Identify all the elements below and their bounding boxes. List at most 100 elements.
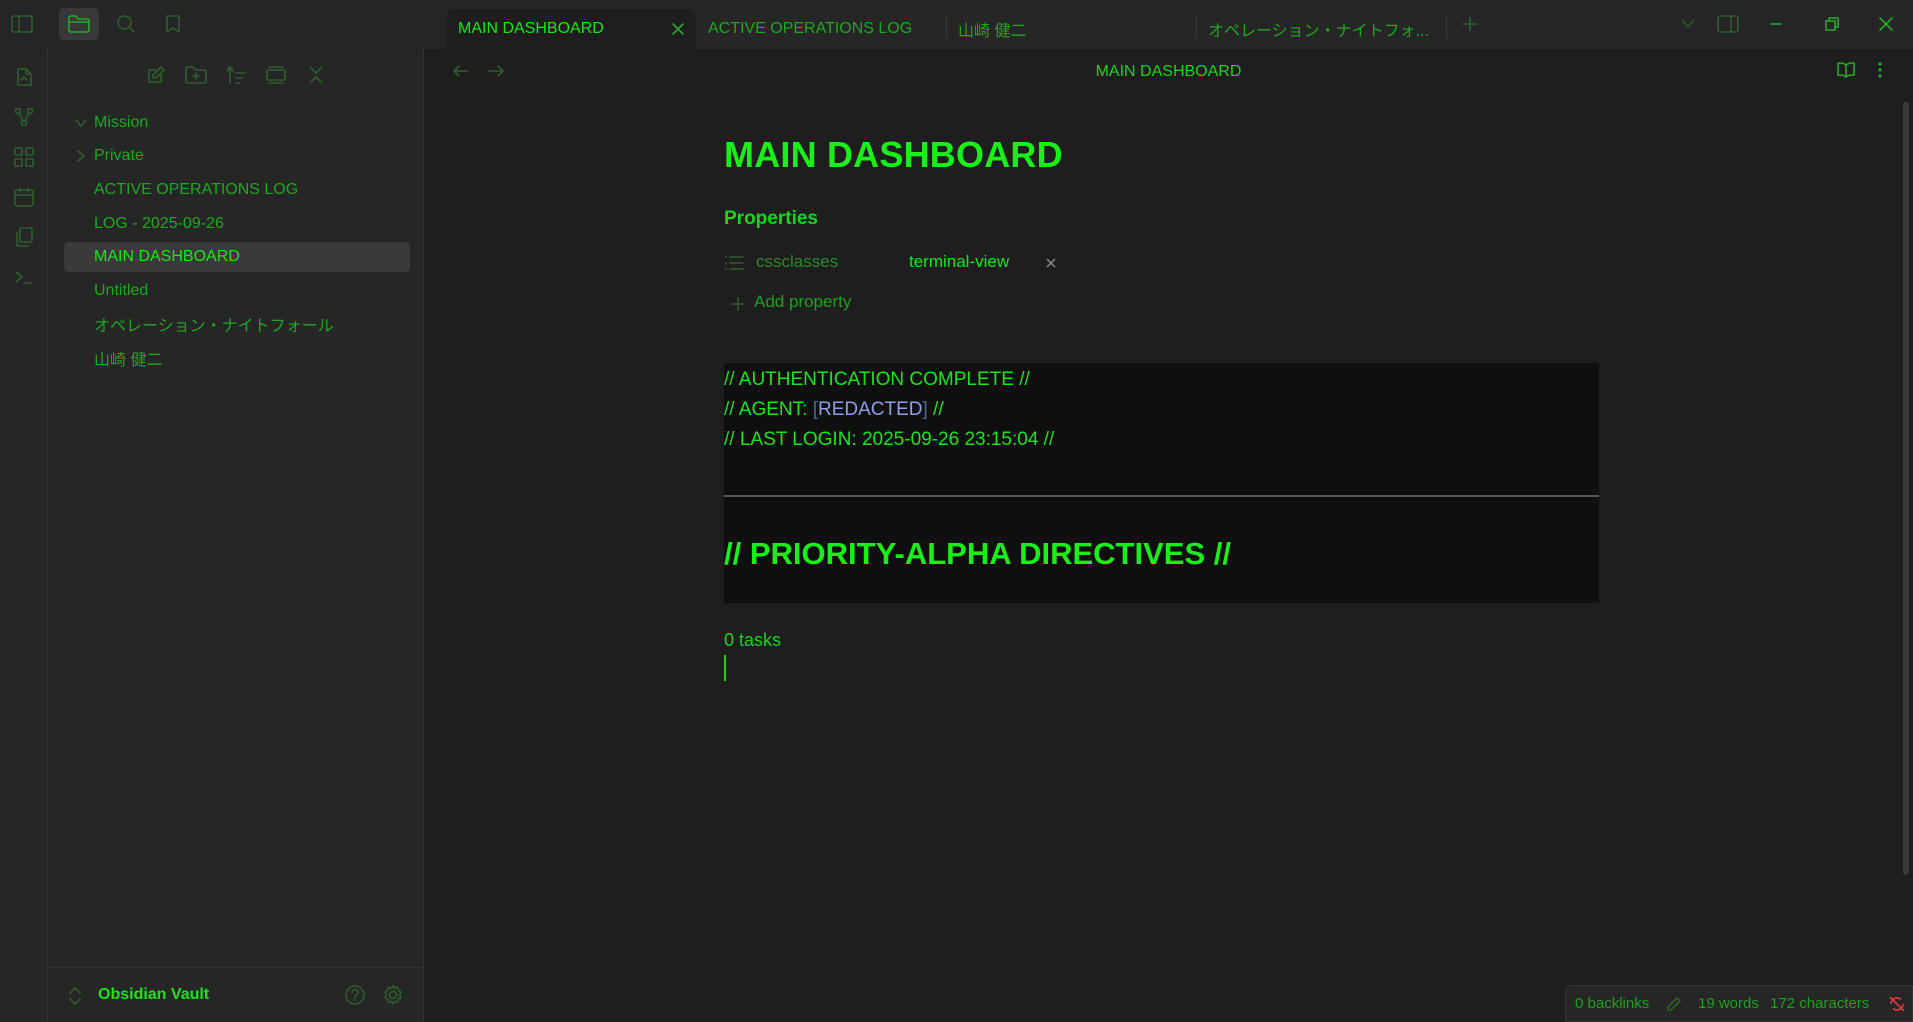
sidebar-left-icon	[11, 15, 33, 33]
chevron-down-icon	[1682, 20, 1694, 28]
toggle-right-sidebar-button[interactable]	[1708, 8, 1748, 40]
settings-button[interactable]	[382, 984, 404, 1006]
sync-error-icon[interactable]	[1888, 995, 1906, 1013]
files-view-button[interactable]	[59, 8, 99, 40]
chevron-down-icon	[75, 119, 87, 127]
insert-template-button[interactable]	[8, 221, 40, 253]
plus-icon	[1462, 16, 1478, 32]
property-value-tag[interactable]: terminal-view	[909, 252, 1009, 272]
minimize-button[interactable]	[1756, 8, 1796, 40]
property-key[interactable]: cssclasses	[756, 252, 838, 272]
file-main-dashboard[interactable]: MAIN DASHBOARD	[64, 242, 410, 272]
agent-suffix: //	[927, 399, 944, 420]
graph-icon	[14, 107, 34, 127]
bookmarks-view-button[interactable]	[153, 8, 193, 40]
add-property-button[interactable]: Add property	[724, 284, 1599, 324]
redacted-link[interactable]: REDACTED	[818, 399, 923, 420]
tab-list-button[interactable]	[1668, 8, 1708, 40]
search-icon	[117, 15, 135, 33]
toggle-left-sidebar-button[interactable]	[2, 8, 42, 40]
pencil-icon[interactable]	[1666, 996, 1682, 1012]
reading-view-button[interactable]	[1836, 61, 1856, 79]
restore-icon	[1825, 17, 1839, 31]
auto-reveal-button[interactable]	[260, 61, 292, 89]
file-log-2025-09-26[interactable]: LOG - 2025-09-26	[64, 209, 410, 239]
book-open-icon	[1837, 62, 1855, 78]
sidebar-right-icon	[1717, 15, 1739, 33]
sort-icon	[226, 66, 246, 84]
agent-line: // AGENT: [REDACTED] //	[724, 399, 944, 421]
open-daily-note-button[interactable]	[8, 181, 40, 213]
last-login-line: // LAST LOGIN: 2025-09-26 23:15:04 //	[724, 429, 1055, 450]
file-explorer-actions	[140, 61, 332, 89]
file-operation-nightfall[interactable]: オペレーション・ナイトフォール	[64, 309, 410, 339]
more-options-button[interactable]	[1876, 61, 1884, 79]
view-header-title[interactable]: MAIN DASHBOARD	[424, 63, 1913, 81]
help-button[interactable]	[344, 984, 366, 1006]
note-content: MAIN DASHBOARD Properties cssclasses ter…	[724, 134, 1599, 324]
folder-mission[interactable]: Mission	[64, 108, 410, 138]
file-label: ACTIVE OPERATIONS LOG	[94, 181, 299, 198]
remove-tag-icon[interactable]	[1044, 256, 1058, 270]
tab-label: 山崎 健二	[958, 23, 1027, 40]
tasks-count: 0 tasks	[724, 630, 782, 650]
folder-label: Private	[94, 147, 144, 164]
tab-label: オペレーション・ナイトフォ...	[1208, 23, 1430, 40]
search-view-button[interactable]	[106, 8, 146, 40]
collapse-all-button[interactable]	[300, 61, 332, 89]
folder-plus-icon	[185, 66, 207, 84]
file-label: 山崎 健二	[94, 352, 163, 369]
file-yamazaki-kenji[interactable]: 山崎 健二	[64, 343, 410, 373]
change-sort-order-button[interactable]	[220, 61, 252, 89]
open-canvas-button[interactable]	[8, 141, 40, 173]
backlinks-count[interactable]: 0 backlinks	[1575, 995, 1649, 1012]
new-folder-button[interactable]	[180, 61, 212, 89]
close-icon[interactable]	[670, 21, 686, 37]
open-graph-view-button[interactable]	[8, 101, 40, 133]
new-tab-button[interactable]	[1450, 8, 1490, 40]
file-active-operations-log[interactable]: ACTIVE OPERATIONS LOG	[64, 175, 410, 205]
horizontal-rule	[724, 495, 1599, 497]
scrollbar[interactable]	[1903, 102, 1909, 875]
folder-label: Mission	[94, 114, 149, 131]
dashboard-grid-icon	[14, 147, 34, 167]
terminal-block[interactable]: // AUTHENTICATION COMPLETE // // AGENT: …	[724, 363, 1599, 603]
file-explorer: Mission Private ACTIVE OPERATIONS LOG LO…	[48, 49, 424, 1022]
note-title[interactable]: MAIN DASHBOARD	[724, 134, 1599, 176]
ribbon	[0, 49, 48, 1022]
word-count: 19 words	[1698, 995, 1759, 1012]
file-untitled[interactable]: Untitled	[64, 276, 410, 306]
open-quick-switcher-button[interactable]	[8, 61, 40, 93]
vault-switcher[interactable]: Obsidian Vault	[48, 967, 423, 1022]
gear-icon	[384, 984, 402, 1005]
editor-pane: MAIN DASHBOARD MAIN DASHBOARD Properties…	[424, 49, 1913, 1022]
list-icon	[725, 256, 744, 270]
open-terminal-button[interactable]	[8, 261, 40, 293]
close-icon	[1879, 17, 1893, 31]
folder-private[interactable]: Private	[64, 141, 410, 171]
vault-name: Obsidian Vault	[98, 986, 210, 1003]
minimize-icon	[1770, 23, 1782, 25]
collapse-icon	[310, 67, 322, 83]
restore-button[interactable]	[1812, 8, 1852, 40]
file-label: オペレーション・ナイトフォール	[94, 318, 334, 335]
tab-operation-nightfall[interactable]: オペレーション・ナイトフォ...	[1196, 9, 1446, 49]
new-note-button[interactable]	[140, 61, 172, 89]
file-label: MAIN DASHBOARD	[94, 248, 240, 265]
character-count: 172 characters	[1770, 995, 1870, 1012]
copy-pages-icon	[16, 227, 33, 247]
tab-yamazaki-kenji[interactable]: 山崎 健二	[946, 9, 1196, 49]
close-window-button[interactable]	[1866, 8, 1906, 40]
chevron-right-icon	[77, 150, 85, 162]
tab-label: MAIN DASHBOARD	[458, 20, 604, 37]
edit-icon	[148, 66, 165, 83]
tab-main-dashboard[interactable]: MAIN DASHBOARD	[446, 9, 696, 49]
text-cursor	[724, 655, 726, 681]
folder-icon	[68, 15, 90, 33]
properties-heading[interactable]: Properties	[724, 208, 1599, 230]
tab-divider	[1446, 16, 1447, 38]
calendar-icon	[14, 187, 34, 207]
tab-active-operations-log[interactable]: ACTIVE OPERATIONS LOG	[696, 9, 946, 49]
plus-icon	[731, 297, 745, 311]
directives-heading: // PRIORITY-ALPHA DIRECTIVES //	[724, 536, 1231, 571]
